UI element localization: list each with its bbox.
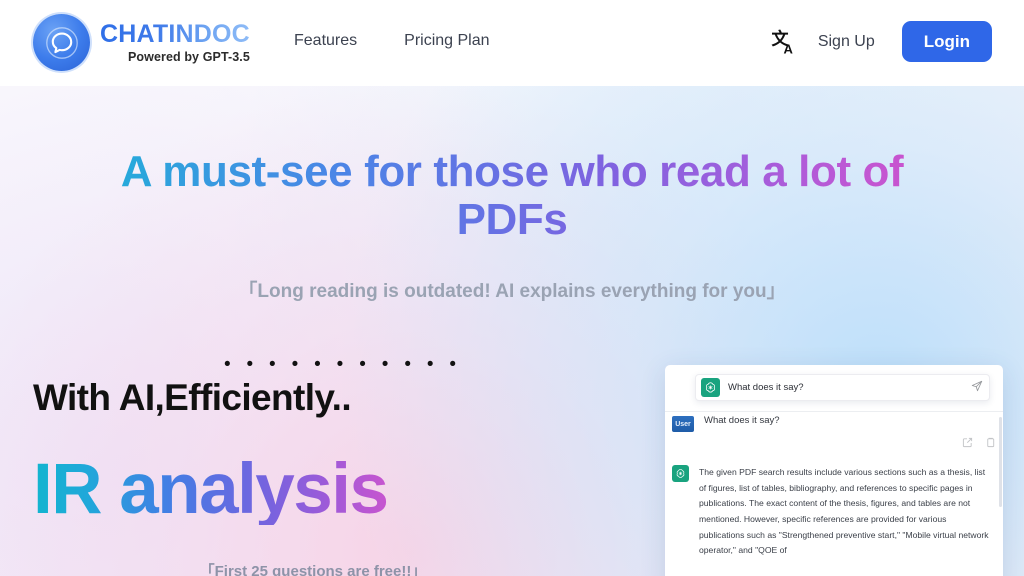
- feature-headline-secondary: IR analysis: [33, 450, 389, 529]
- main-nav: Features Pricing Plan: [294, 32, 490, 50]
- emphasis-dots: • • • • • • • • • • •: [223, 354, 457, 375]
- user-message-text: What does it say?: [704, 415, 780, 426]
- chat-preview-panel: What does it say? User What does it say?: [665, 365, 1003, 576]
- login-button[interactable]: Login: [901, 21, 992, 62]
- feature-note: 「First 25 questions are free!!」: [199, 563, 427, 576]
- sign-up-link[interactable]: Sign Up: [818, 33, 875, 51]
- tagline-prefix: Powered by: [127, 49, 203, 64]
- openai-logo-icon: [701, 378, 720, 397]
- copy-clipboard-icon[interactable]: [985, 435, 996, 453]
- chat-message-assistant: The given PDF search results include var…: [672, 465, 998, 559]
- panel-divider: [665, 411, 1003, 412]
- edit-pencil-icon[interactable]: [962, 435, 973, 453]
- brand-text: CHATINDOC Powered by GPT-3.5: [100, 19, 250, 64]
- user-badge: User: [672, 416, 694, 432]
- tagline-version: GPT-3.5: [202, 49, 250, 64]
- header-actions: 文 A Sign Up Login: [768, 21, 992, 62]
- brand-name: CHATINDOC: [100, 19, 250, 48]
- brand-tagline: Powered by GPT-3.5: [100, 51, 250, 64]
- hero-subtitle: 「Long reading is outdated! AI explains e…: [238, 281, 786, 302]
- assistant-message-text: The given PDF search results include var…: [699, 467, 989, 556]
- site-header: CHATINDOC Powered by GPT-3.5 Features Pr…: [0, 0, 1024, 86]
- send-paper-plane-icon[interactable]: [971, 379, 983, 397]
- panel-scrollbar[interactable]: [999, 417, 1002, 507]
- nav-item-features[interactable]: Features: [294, 32, 357, 50]
- chatindoc-logo-icon: [33, 14, 90, 71]
- translate-language-icon[interactable]: 文 A: [768, 25, 802, 59]
- brand-logo[interactable]: CHATINDOC Powered by GPT-3.5: [33, 14, 250, 71]
- openai-logo-icon: [672, 465, 689, 482]
- feature-headline-primary: With AI,Efficiently..: [33, 377, 352, 418]
- chat-input-value[interactable]: What does it say?: [728, 382, 971, 393]
- hero-headline: A must-see for those who read a lot of P…: [62, 147, 962, 245]
- chat-input-bar[interactable]: What does it say?: [695, 374, 990, 401]
- nav-item-pricing-plan[interactable]: Pricing Plan: [404, 32, 489, 50]
- svg-text:A: A: [783, 41, 793, 56]
- chat-message-user: User What does it say?: [672, 415, 996, 432]
- page-root: CHATINDOC Powered by GPT-3.5 Features Pr…: [0, 0, 1024, 576]
- message-actions: [962, 435, 996, 453]
